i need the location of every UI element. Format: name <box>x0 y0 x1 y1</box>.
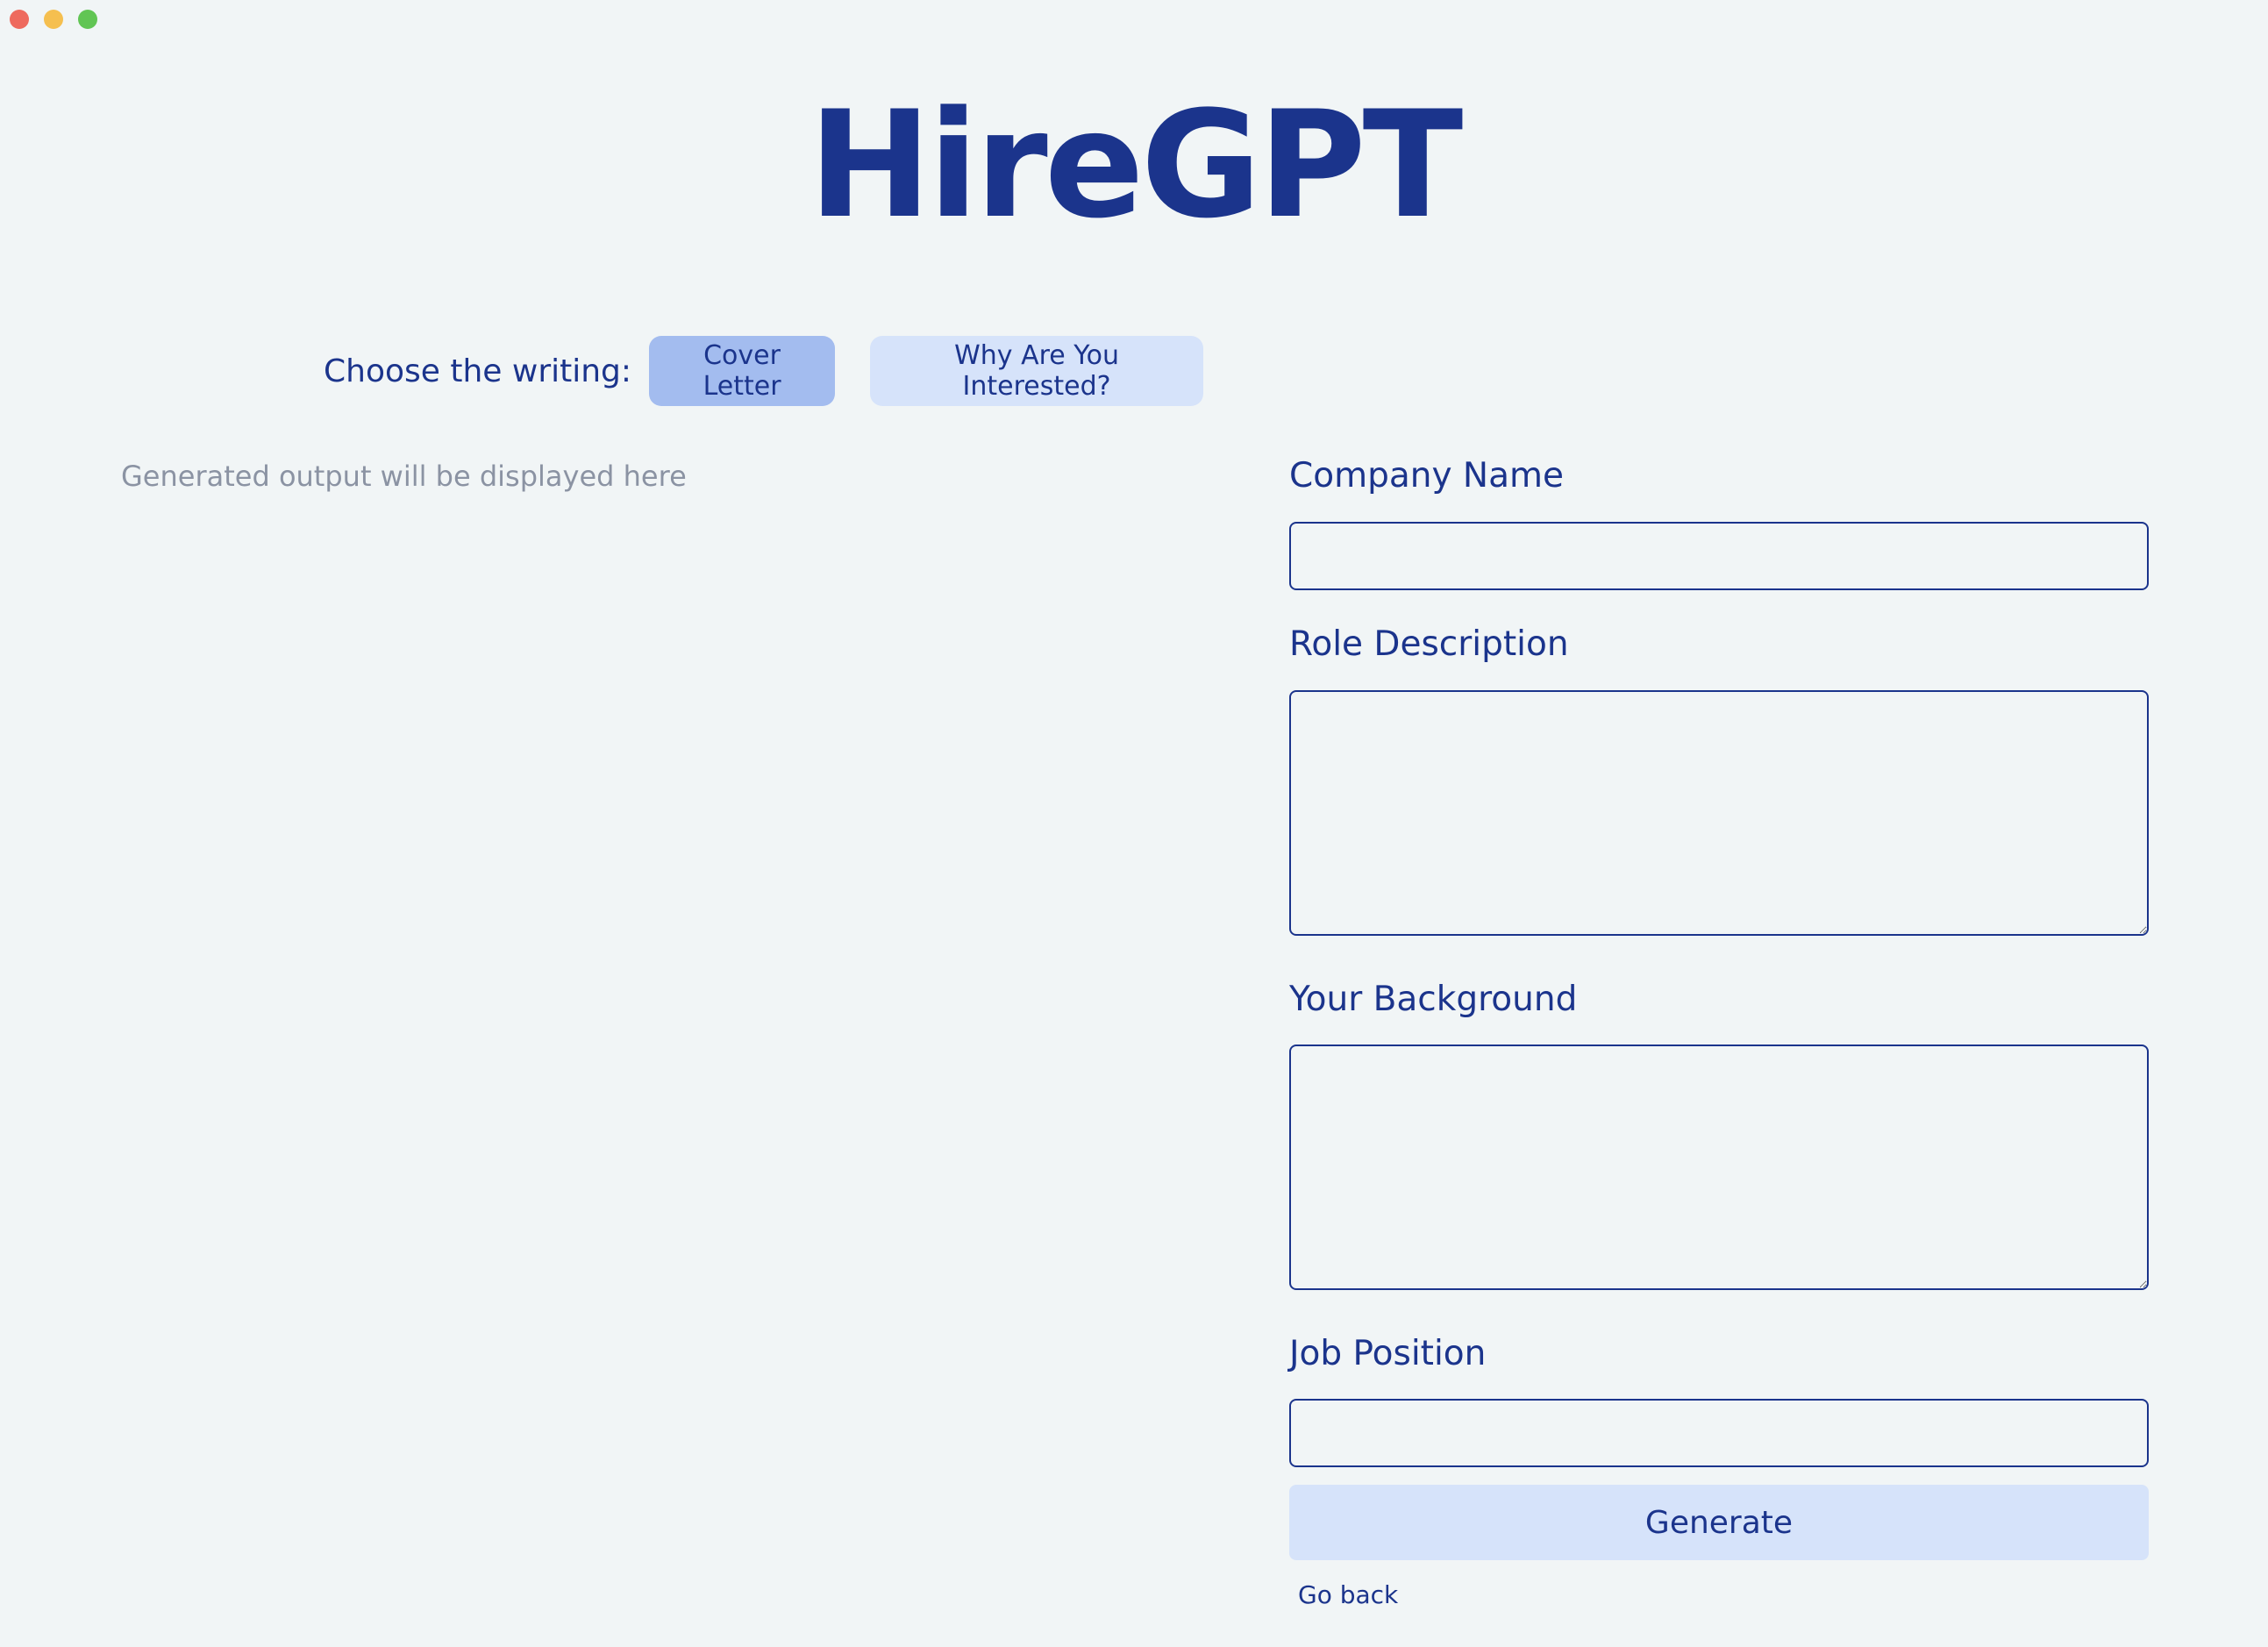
writing-mode-selector: Choose the writing: Cover Letter Why Are… <box>324 336 1204 406</box>
company-name-input[interactable] <box>1289 522 2149 590</box>
writing-mode-label: Choose the writing: <box>324 353 632 389</box>
go-back-link[interactable]: Go back <box>1298 1580 1398 1609</box>
your-background-label: Your Background <box>1289 980 1578 1019</box>
cover-letter-button[interactable]: Cover Letter <box>649 336 836 406</box>
generated-output-placeholder: Generated output will be displayed here <box>121 460 687 493</box>
app-title: HireGPT <box>808 79 1464 251</box>
role-description-label: Role Description <box>1289 624 1569 664</box>
your-background-textarea[interactable] <box>1289 1045 2149 1290</box>
why-interested-button[interactable]: Why Are You Interested? <box>870 336 1204 406</box>
company-name-label: Company Name <box>1289 456 1564 496</box>
job-position-input[interactable] <box>1289 1399 2149 1467</box>
job-position-label: Job Position <box>1289 1334 1487 1373</box>
window-controls <box>10 10 97 29</box>
close-window-icon[interactable] <box>10 10 29 29</box>
minimize-window-icon[interactable] <box>44 10 63 29</box>
role-description-textarea[interactable] <box>1289 690 2149 936</box>
generate-button[interactable]: Generate <box>1289 1485 2149 1560</box>
maximize-window-icon[interactable] <box>78 10 97 29</box>
